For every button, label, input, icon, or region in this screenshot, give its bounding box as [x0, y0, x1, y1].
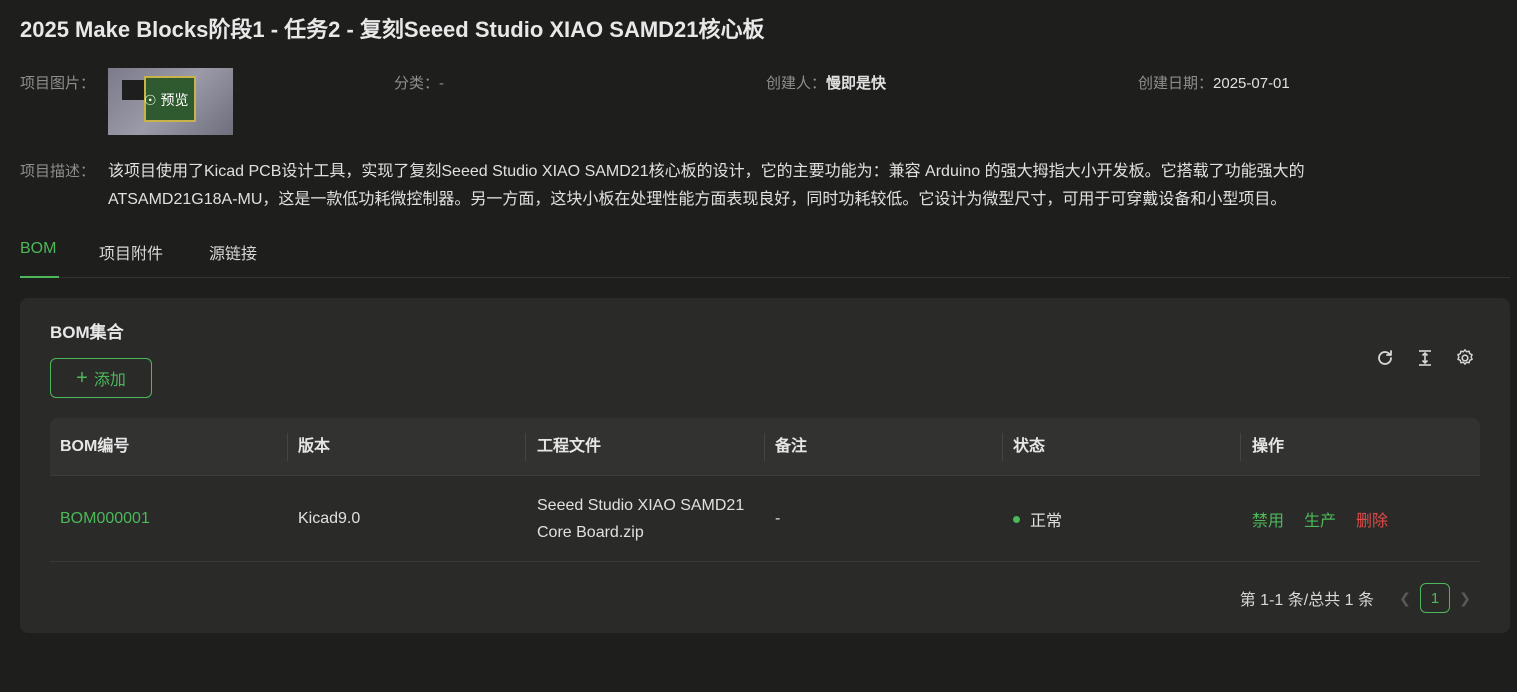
creator-field: 创建人：慢即是快 [766, 72, 886, 93]
tab-attachments[interactable]: 项目附件 [99, 240, 163, 264]
pagination: 第 1-1 条/总共 1 条 ❮ 1 ❯ [1240, 583, 1480, 613]
project-meta: 项目图片： ☉ 预览 分类：- 创建人：慢即是快 创建日期：2025-07-01 [20, 68, 1500, 138]
status-dot [1013, 515, 1020, 523]
category-value: - [439, 75, 445, 92]
column-divider [525, 433, 526, 461]
table-row: BOM000001 Kicad9.0 Seeed Studio XIAO SAM… [50, 476, 1480, 562]
disable-action[interactable]: 禁用 [1252, 507, 1284, 531]
actions-cell: 禁用 生产 删除 [1242, 476, 1408, 562]
category-field: 分类：- [394, 72, 444, 93]
eye-icon: ☉ [144, 92, 157, 108]
column-header-project-file: 工程文件 [537, 438, 602, 455]
page-button-current[interactable]: 1 [1420, 583, 1450, 613]
description-text: 该项目使用了Kicad PCB设计工具，实现了复刻Seeed Studio XI… [108, 163, 1305, 208]
project-file-cell: Seeed Studio XIAO SAMD21 Core Board.zip [537, 497, 745, 541]
chevron-right-icon[interactable]: ❯ [1450, 590, 1480, 607]
image-field: 项目图片： [20, 72, 95, 93]
reload-icon[interactable] [1375, 348, 1395, 368]
add-bom-button[interactable]: + 添加 [50, 358, 152, 398]
column-height-icon[interactable] [1415, 348, 1435, 368]
column-header-bom-id: BOM编号 [60, 438, 130, 455]
tab-bar: BOM 项目附件 源链接 [20, 236, 1510, 278]
category-label: 分类： [394, 75, 440, 92]
column-header-status: 状态 [1013, 438, 1046, 455]
tab-source-links[interactable]: 源链接 [209, 240, 257, 264]
page-title: 2025 Make Blocks阶段1 - 任务2 - 复刻Seeed Stud… [20, 17, 765, 42]
pagination-summary: 第 1-1 条/总共 1 条 [1239, 592, 1374, 609]
chip-graphic [122, 80, 144, 100]
column-header-version: 版本 [298, 438, 331, 455]
plus-icon: + [76, 367, 88, 389]
status-text: 正常 [1030, 513, 1063, 530]
column-divider [1240, 433, 1241, 461]
preview-label: 预览 [160, 92, 189, 108]
date-label: 创建日期： [1138, 75, 1214, 92]
column-header-note: 备注 [775, 438, 808, 455]
status-cell: 正常 [1003, 476, 1062, 562]
creator-label: 创建人： [766, 75, 827, 92]
tab-bom[interactable]: BOM [20, 240, 56, 258]
creator-value: 慢即是快 [826, 75, 887, 92]
bom-card: BOM集合 + 添加 BOM编号 版本 工程文件 备注 状态 操作 BOM000… [20, 298, 1510, 633]
version-cell: Kicad9.0 [298, 510, 361, 527]
date-value: 2025-07-01 [1213, 75, 1290, 92]
date-field: 创建日期：2025-07-01 [1138, 72, 1290, 93]
produce-action[interactable]: 生产 [1304, 507, 1336, 531]
preview-overlay[interactable]: ☉ 预览 [144, 90, 188, 110]
bom-table: BOM编号 版本 工程文件 备注 状态 操作 BOM000001 Kicad9.… [50, 418, 1480, 562]
column-header-actions: 操作 [1252, 438, 1285, 455]
delete-action[interactable]: 删除 [1356, 507, 1388, 531]
chevron-left-icon[interactable]: ❮ [1390, 590, 1420, 607]
table-header: BOM编号 版本 工程文件 备注 状态 操作 [50, 418, 1480, 476]
bom-card-title: BOM集合 [50, 323, 124, 342]
description-label: 项目描述： [20, 163, 96, 180]
note-cell: - [775, 510, 781, 527]
project-image-thumbnail[interactable]: ☉ 预览 [108, 68, 233, 135]
project-detail-page: 2025 Make Blocks阶段1 - 任务2 - 复刻Seeed Stud… [0, 0, 1517, 692]
active-tab-indicator [20, 276, 59, 278]
settings-icon[interactable] [1455, 348, 1475, 368]
bom-id-link[interactable]: BOM000001 [50, 476, 150, 562]
image-label: 项目图片： [20, 75, 96, 92]
add-bom-label: 添加 [93, 372, 126, 389]
